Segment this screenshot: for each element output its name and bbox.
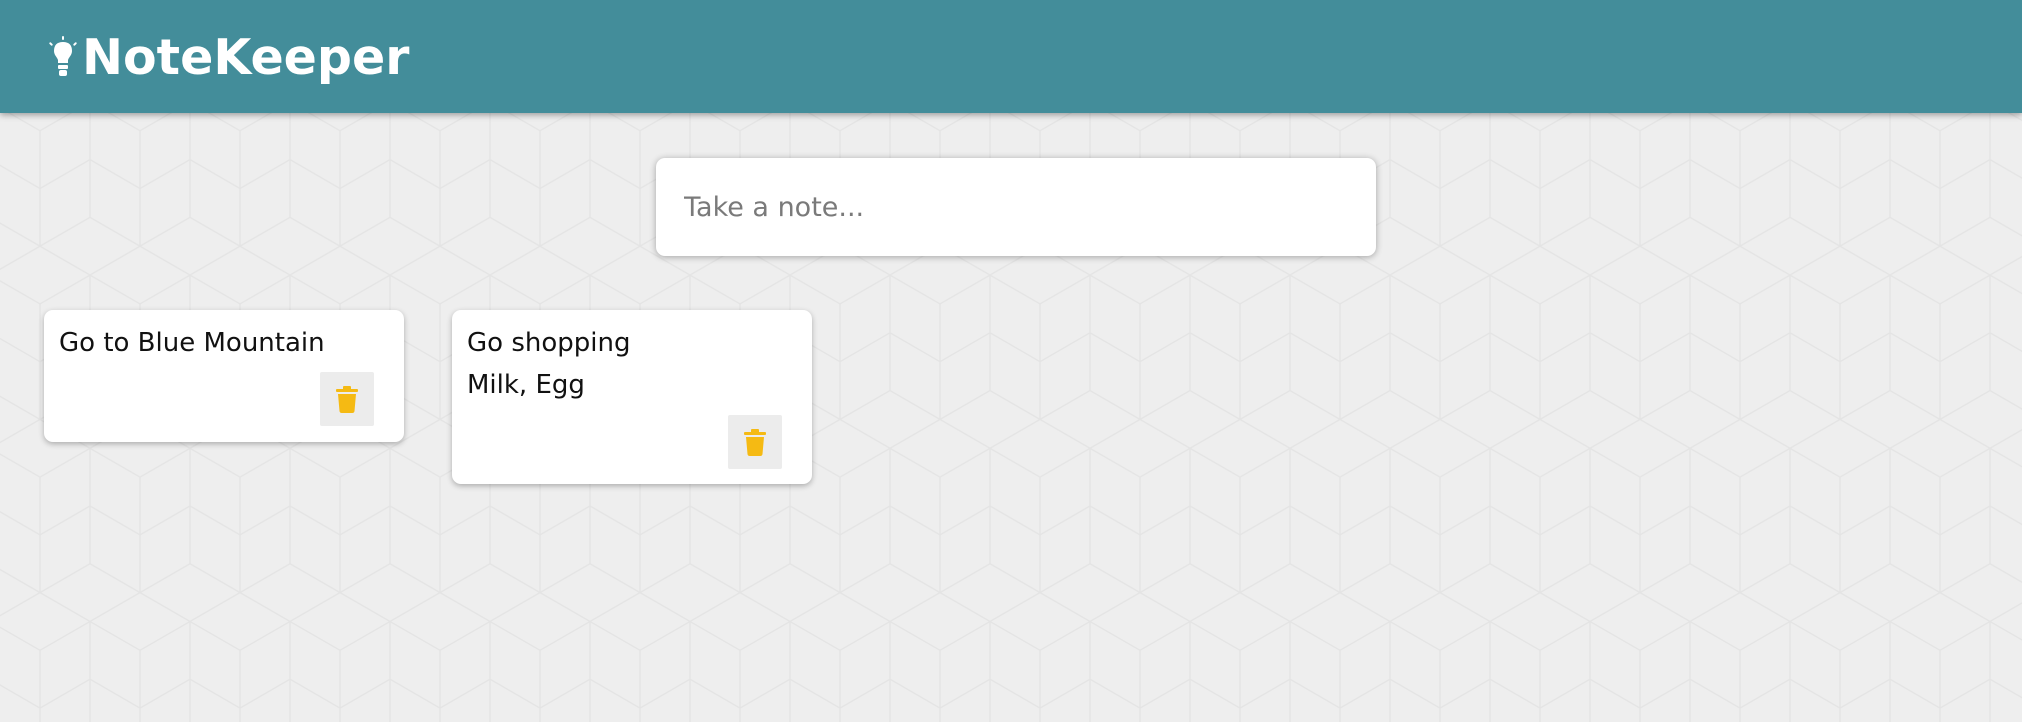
delete-note-button[interactable] [728, 415, 782, 469]
trash-icon [744, 428, 766, 456]
note-content: Milk, Egg [467, 370, 585, 400]
trash-icon [336, 385, 358, 413]
note-card: Go to Blue Mountain [44, 310, 404, 442]
take-note-input[interactable] [684, 185, 1344, 229]
compose-note-box[interactable] [656, 158, 1376, 256]
lightbulb-icon [49, 36, 77, 76]
app-header: NoteKeeper [0, 0, 2022, 113]
delete-note-button[interactable] [320, 372, 374, 426]
note-title: Go shopping [467, 328, 631, 358]
note-card: Go shopping Milk, Egg [452, 310, 812, 484]
note-title: Go to Blue Mountain [59, 328, 325, 358]
brand: NoteKeeper [48, 28, 409, 88]
app-title: NoteKeeper [82, 29, 410, 86]
